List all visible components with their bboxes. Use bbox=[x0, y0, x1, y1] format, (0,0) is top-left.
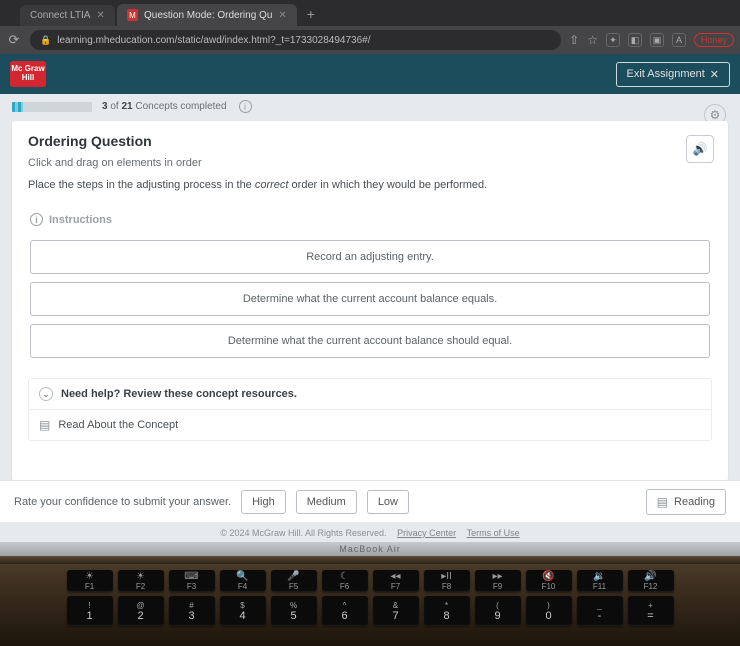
number-key: &7 bbox=[373, 596, 419, 626]
tab-label: Connect LTIA bbox=[30, 10, 90, 21]
function-key: 🔊F12 bbox=[628, 570, 674, 592]
address-bar: ⟳ 🔒 learning.mheducation.com/static/awd/… bbox=[0, 26, 740, 54]
url-input[interactable]: 🔒 learning.mheducation.com/static/awd/in… bbox=[30, 30, 561, 50]
function-key: ◂◂F7 bbox=[373, 570, 419, 592]
number-key: ^6 bbox=[322, 596, 368, 626]
book-icon: ▤ bbox=[657, 495, 668, 509]
confidence-medium-button[interactable]: Medium bbox=[296, 490, 357, 514]
order-item[interactable]: Determine what the current account balan… bbox=[30, 282, 710, 316]
help-heading: Need help? Review these concept resource… bbox=[61, 388, 297, 400]
exit-label: Exit Assignment bbox=[627, 68, 705, 80]
reload-icon[interactable]: ⟳ bbox=[6, 32, 22, 48]
function-key: 🔇F10 bbox=[526, 570, 572, 592]
close-icon[interactable]: ✕ bbox=[96, 10, 104, 21]
function-key: 🔉F11 bbox=[577, 570, 623, 592]
number-key: )0 bbox=[526, 596, 572, 626]
reading-button[interactable]: ▤ Reading bbox=[646, 489, 726, 515]
confidence-low-button[interactable]: Low bbox=[367, 490, 409, 514]
audio-icon[interactable]: 🔊 bbox=[686, 135, 714, 163]
function-key: ☀F2 bbox=[118, 570, 164, 592]
help-box: ⌄ Need help? Review these concept resour… bbox=[28, 378, 712, 441]
brand-logo[interactable]: Mc Graw Hill bbox=[10, 61, 46, 87]
book-icon: ▤ bbox=[39, 418, 50, 432]
function-key: 🎤F5 bbox=[271, 570, 317, 592]
extension-icon[interactable]: A bbox=[672, 33, 686, 47]
url-text: learning.mheducation.com/static/awd/inde… bbox=[57, 35, 370, 46]
tab-favicon: M bbox=[127, 9, 138, 21]
progress-fill bbox=[12, 102, 23, 112]
keyboard: ☀F1☀F2⌨F3🔍F4🎤F5☾F6◂◂F7▸IIF8▸▸F9🔇F10🔉F11🔊… bbox=[0, 564, 740, 646]
number-key: %5 bbox=[271, 596, 317, 626]
function-key: ▸IIF8 bbox=[424, 570, 470, 592]
extension-pill[interactable]: Honey bbox=[694, 33, 734, 47]
terms-link[interactable]: Terms of Use bbox=[467, 528, 520, 538]
new-tab-button[interactable]: + bbox=[299, 2, 323, 26]
order-item[interactable]: Determine what the current account balan… bbox=[30, 324, 710, 358]
extension-tray: ⇧ ☆ ✦ ◧ ▣ A Honey bbox=[569, 33, 734, 47]
laptop-model: MacBook Air bbox=[0, 542, 740, 556]
function-key: ▸▸F9 bbox=[475, 570, 521, 592]
footer-bar: Rate your confidence to submit your answ… bbox=[0, 480, 740, 522]
help-toggle[interactable]: ⌄ Need help? Review these concept resour… bbox=[29, 379, 711, 409]
close-icon[interactable]: ✕ bbox=[278, 10, 286, 21]
laptop-hinge bbox=[0, 556, 740, 564]
extension-icon[interactable]: ▣ bbox=[650, 33, 664, 47]
copyright: © 2024 McGraw Hill. All Rights Reserved.… bbox=[0, 528, 740, 538]
progress-row: 3 of 21 Concepts completed i bbox=[0, 94, 740, 117]
number-key: #3 bbox=[169, 596, 215, 626]
star-icon[interactable]: ☆ bbox=[587, 33, 598, 47]
number-key: $4 bbox=[220, 596, 266, 626]
browser-tab-bar: Connect LTIA ✕ M Question Mode: Ordering… bbox=[0, 0, 740, 26]
read-concept-link[interactable]: ▤ Read About the Concept bbox=[29, 410, 711, 440]
progress-text: 3 of 21 Concepts completed bbox=[102, 101, 227, 112]
page-body: ⚙ 3 of 21 Concepts completed i 🔊 Orderin… bbox=[0, 94, 740, 542]
number-key: _- bbox=[577, 596, 623, 626]
function-key: ⌨F3 bbox=[169, 570, 215, 592]
instructions-label: i Instructions bbox=[28, 213, 712, 226]
function-key: ☀F1 bbox=[67, 570, 113, 592]
close-icon: ✕ bbox=[710, 68, 719, 81]
question-title: Ordering Question bbox=[28, 133, 712, 149]
exit-assignment-button[interactable]: Exit Assignment ✕ bbox=[616, 62, 730, 87]
browser-tab[interactable]: Connect LTIA ✕ bbox=[20, 5, 115, 26]
browser-tab[interactable]: M Question Mode: Ordering Qu ✕ bbox=[117, 4, 297, 26]
share-icon[interactable]: ⇧ bbox=[569, 33, 579, 47]
confidence-label: Rate your confidence to submit your answ… bbox=[14, 496, 231, 508]
info-icon[interactable]: i bbox=[239, 100, 252, 113]
info-icon[interactable]: i bbox=[30, 213, 43, 226]
number-key: @2 bbox=[118, 596, 164, 626]
question-card: 🔊 Ordering Question Click and drag on el… bbox=[12, 121, 728, 481]
reading-label: Reading bbox=[674, 496, 715, 508]
extension-icon[interactable]: ✦ bbox=[606, 33, 620, 47]
question-prompt: Place the steps in the adjusting process… bbox=[28, 179, 712, 191]
progress-bar bbox=[12, 102, 92, 112]
number-key: !1 bbox=[67, 596, 113, 626]
function-key: 🔍F4 bbox=[220, 570, 266, 592]
number-key: *8 bbox=[424, 596, 470, 626]
order-item[interactable]: Record an adjusting entry. bbox=[30, 240, 710, 274]
extension-icon[interactable]: ◧ bbox=[628, 33, 642, 47]
question-subtitle: Click and drag on elements in order bbox=[28, 157, 712, 169]
number-key: += bbox=[628, 596, 674, 626]
number-key: (9 bbox=[475, 596, 521, 626]
order-list: Record an adjusting entry. Determine wha… bbox=[28, 240, 712, 358]
tab-label: Question Mode: Ordering Qu bbox=[144, 10, 272, 21]
app-header: Mc Graw Hill Exit Assignment ✕ bbox=[0, 54, 740, 94]
function-key: ☾F6 bbox=[322, 570, 368, 592]
help-item-label: Read About the Concept bbox=[58, 419, 178, 431]
privacy-link[interactable]: Privacy Center bbox=[397, 528, 456, 538]
chevron-down-icon: ⌄ bbox=[39, 387, 53, 401]
confidence-high-button[interactable]: High bbox=[241, 490, 286, 514]
lock-icon: 🔒 bbox=[40, 35, 51, 46]
